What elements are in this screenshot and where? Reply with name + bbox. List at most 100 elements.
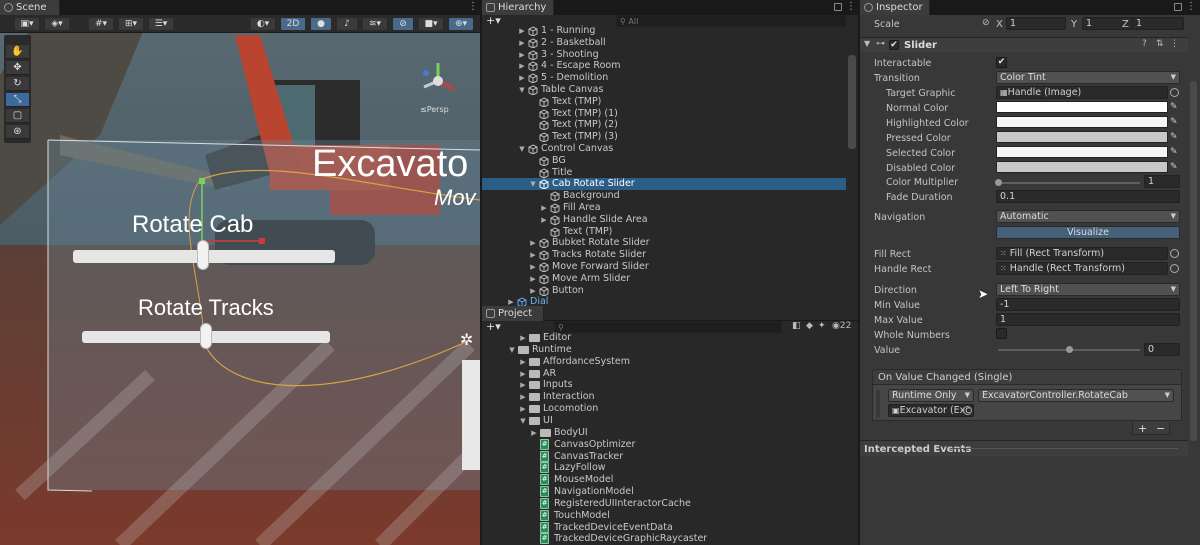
hierarchy-row[interactable]: Text (TMP) bbox=[482, 226, 846, 238]
collapse-arrow-icon[interactable]: ▶ bbox=[529, 285, 537, 297]
help-icon[interactable]: ? bbox=[1142, 39, 1147, 49]
hierarchy-row[interactable]: ▶ 3 - Shooting bbox=[482, 49, 846, 61]
effects-button[interactable]: ≋▾ bbox=[362, 17, 388, 31]
project-row[interactable]: # RegisteredUIInteractorCache bbox=[482, 497, 846, 510]
hierarchy-row[interactable]: ▶ Button bbox=[482, 285, 846, 297]
project-row[interactable]: ▶ Interaction bbox=[482, 391, 846, 403]
filter-label-icon[interactable]: ◆ bbox=[806, 321, 813, 331]
rotate-tool-icon[interactable]: ↻ bbox=[6, 77, 29, 91]
pressed-color-swatch[interactable] bbox=[996, 131, 1168, 143]
gizmo-cube-button[interactable]: ◈▾ bbox=[44, 17, 70, 31]
hierarchy-row[interactable]: ▶ 1 - Running bbox=[482, 25, 846, 37]
project-row[interactable]: ▶ Inputs bbox=[482, 379, 846, 391]
scale-x-field[interactable]: 1 bbox=[1006, 17, 1066, 30]
project-tab[interactable]: Project bbox=[482, 306, 544, 321]
direction-dropdown[interactable]: Left To Right ▼ bbox=[996, 283, 1180, 296]
collapse-arrow-icon[interactable]: ▶ bbox=[529, 237, 537, 249]
audio-toggle-icon[interactable]: ♪ bbox=[336, 17, 358, 31]
eyedropper-icon[interactable]: ✎ bbox=[1170, 117, 1180, 127]
color-multiplier-handle[interactable] bbox=[995, 179, 1002, 186]
hierarchy-row[interactable]: Title bbox=[482, 167, 846, 179]
shading-button[interactable]: ◐▾ bbox=[250, 17, 276, 31]
collapse-arrow-icon[interactable]: ▶ bbox=[540, 214, 548, 226]
inspector-scrollbar[interactable] bbox=[1190, 81, 1197, 441]
collapse-arrow-icon[interactable]: ▶ bbox=[529, 249, 537, 261]
expand-arrow-icon[interactable]: ▼ bbox=[508, 344, 516, 356]
object-picker-icon[interactable] bbox=[963, 406, 972, 415]
hidden-objects-icon[interactable]: ⊘ bbox=[392, 17, 414, 31]
hierarchy-row[interactable]: ▶ Handle Slide Area bbox=[482, 214, 846, 226]
collapse-arrow-icon[interactable]: ▶ bbox=[518, 72, 526, 84]
rect-tool-icon[interactable]: ▢ bbox=[6, 109, 29, 123]
hierarchy-row[interactable]: ▶ 2 - Basketball bbox=[482, 37, 846, 49]
hierarchy-row[interactable]: Text (TMP) (2) bbox=[482, 119, 846, 131]
hierarchy-row[interactable]: ▶ Move Arm Slider bbox=[482, 273, 846, 285]
function-dropdown[interactable]: ExcavatorController.RotateCab ▼ bbox=[978, 389, 1174, 402]
lock-icon[interactable] bbox=[834, 3, 842, 11]
interactable-checkbox[interactable]: ✔ bbox=[996, 57, 1007, 68]
eyedropper-icon[interactable]: ✎ bbox=[1170, 102, 1180, 112]
expand-arrow-icon[interactable]: ▼ bbox=[529, 178, 537, 190]
selected-color-swatch[interactable] bbox=[996, 146, 1168, 158]
project-row[interactable]: # CanvasOptimizer bbox=[482, 438, 846, 451]
collapse-arrow-icon[interactable]: ▶ bbox=[540, 202, 548, 214]
project-row[interactable]: # LazyFollow bbox=[482, 462, 846, 474]
project-row[interactable]: # CanvasTracker bbox=[482, 450, 846, 463]
navigation-dropdown[interactable]: Automatic ▼ bbox=[996, 210, 1180, 223]
project-row[interactable]: ▶ BodyUI bbox=[482, 427, 846, 439]
scale-tool-icon[interactable]: ⤡ bbox=[6, 93, 29, 107]
gizmos-button[interactable]: ⊕▾ bbox=[448, 17, 474, 31]
draw-mode-button[interactable]: ▣▾ bbox=[14, 17, 40, 31]
project-row[interactable]: ▶ Locomotion bbox=[482, 403, 846, 415]
expand-arrow-icon[interactable]: ▼ bbox=[518, 84, 526, 96]
project-row[interactable]: ▶ Editor bbox=[482, 332, 846, 344]
collapse-arrow-icon[interactable]: ▶ bbox=[519, 368, 527, 380]
inspector-more-icon[interactable]: ⋮ bbox=[1186, 0, 1196, 15]
inspector-lock-icon[interactable] bbox=[1174, 3, 1182, 11]
object-picker-icon[interactable] bbox=[1170, 88, 1179, 97]
hierarchy-row[interactable]: ▶ Bubket Rotate Slider bbox=[482, 237, 846, 249]
expand-arrow-icon[interactable]: ▼ bbox=[518, 143, 526, 155]
eyedropper-icon[interactable]: ✎ bbox=[1170, 162, 1180, 172]
constrain-proportions-icon[interactable]: ⊘ bbox=[982, 18, 990, 28]
max-value-field[interactable]: 1 bbox=[996, 313, 1180, 326]
hierarchy-row[interactable]: ▶ 5 - Demolition bbox=[482, 72, 846, 84]
collapse-arrow-icon[interactable]: ▶ bbox=[519, 403, 527, 415]
scene-tab[interactable]: Scene bbox=[0, 0, 60, 15]
collapse-arrow-icon[interactable]: ▶ bbox=[518, 37, 526, 49]
color-multiplier-field[interactable]: 1 bbox=[1144, 175, 1180, 188]
hand-tool-icon[interactable]: ✋ bbox=[6, 45, 29, 59]
hierarchy-scrollbar[interactable] bbox=[848, 55, 856, 149]
component-menu-icon[interactable]: ⋮ bbox=[1170, 39, 1179, 49]
hierarchy-row[interactable]: ▼ Table Canvas bbox=[482, 84, 846, 96]
runtime-dropdown[interactable]: Runtime Only ▼ bbox=[888, 389, 974, 402]
hidden-packages-count[interactable]: ◉22 bbox=[832, 321, 851, 331]
more-options-icon[interactable]: ⋮ bbox=[468, 0, 478, 15]
hierarchy-row[interactable]: ▶ Move Forward Slider bbox=[482, 261, 846, 273]
collapse-arrow-icon[interactable]: ▶ bbox=[529, 273, 537, 285]
hierarchy-row[interactable]: Background bbox=[482, 190, 846, 202]
project-row[interactable]: # NavigationModel bbox=[482, 486, 846, 498]
min-value-field[interactable]: -1 bbox=[996, 298, 1180, 311]
event-drag-handle[interactable] bbox=[876, 390, 880, 418]
preset-icon[interactable]: ⇅ bbox=[1156, 39, 1164, 49]
filter-type-icon[interactable]: ◧ bbox=[792, 321, 801, 331]
whole-numbers-checkbox[interactable] bbox=[996, 328, 1007, 339]
project-row[interactable]: # TrackedDeviceEventData bbox=[482, 521, 846, 534]
2d-toggle[interactable]: 2D bbox=[280, 17, 306, 31]
transition-dropdown[interactable]: Color Tint ▼ bbox=[996, 71, 1180, 84]
component-enabled-checkbox[interactable]: ✔ bbox=[889, 40, 899, 50]
snap-button[interactable]: ⊞▾ bbox=[118, 17, 144, 31]
lighting-toggle-icon[interactable]: ● bbox=[310, 17, 332, 31]
eyedropper-icon[interactable]: ✎ bbox=[1170, 147, 1180, 157]
expand-arrow-icon[interactable]: ▼ bbox=[519, 415, 527, 427]
hierarchy-row[interactable]: BG bbox=[482, 155, 846, 167]
project-row[interactable]: # MouseModel bbox=[482, 474, 846, 486]
hierarchy-row[interactable]: ▶ 4 - Escape Room bbox=[482, 60, 846, 72]
project-row[interactable]: ▼ Runtime bbox=[482, 344, 846, 356]
target-graphic-field[interactable]: ▦Handle (Image) bbox=[996, 86, 1168, 99]
object-picker-icon[interactable] bbox=[1170, 264, 1179, 273]
favorite-icon[interactable]: ✦ bbox=[818, 321, 826, 331]
collapse-arrow-icon[interactable]: ▶ bbox=[518, 25, 526, 37]
project-row[interactable]: ▶ AffordanceSystem bbox=[482, 356, 846, 368]
